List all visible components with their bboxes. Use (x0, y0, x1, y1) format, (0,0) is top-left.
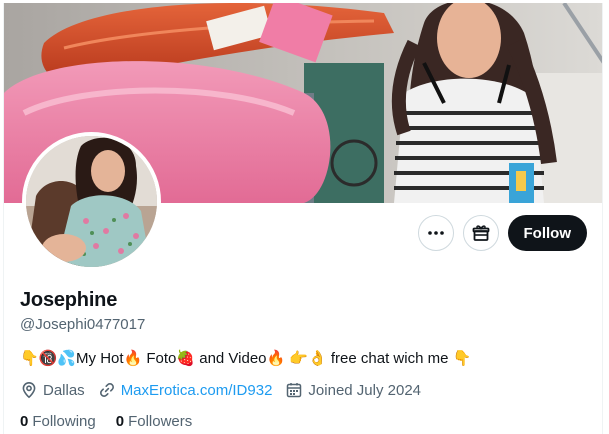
calendar-icon (287, 383, 302, 398)
profile-meta: Dallas MaxErotica.com/ID932 Joined July … (20, 381, 434, 399)
following-value: 0 (20, 413, 29, 430)
profile-name: Josephine (20, 289, 118, 311)
profile-bio: 👇🔞💦My Hot🔥 Foto🍓 and Video🔥 👉👌 free chat… (20, 350, 472, 367)
following-label: Following (32, 413, 96, 430)
location-text: Dallas (43, 381, 85, 399)
followers-count[interactable]: 0 Followers (116, 413, 193, 430)
profile-actions: Follow (417, 215, 587, 251)
location-item: Dallas (20, 381, 85, 399)
followers-label: Followers (128, 413, 193, 430)
followers-value: 0 (115, 413, 125, 430)
website-link[interactable]: MaxErotica.com/ID932 (121, 382, 273, 399)
gift-icon (472, 225, 489, 241)
follow-button[interactable]: Follow (507, 215, 587, 251)
more-button[interactable] (417, 215, 454, 251)
avatar[interactable] (22, 132, 161, 271)
subscribe-button[interactable] (462, 215, 499, 251)
location-icon (22, 381, 36, 399)
profile-handle: @Josephi0477017 (20, 316, 146, 333)
joined-text: Joined July 2024 (308, 381, 422, 399)
website-item: MaxErotica.com/ID932 (98, 381, 273, 399)
profile-card: Follow Josephine @Josephi0477017 👇🔞💦My H… (3, 3, 603, 434)
more-icon (427, 231, 444, 235)
follow-counts: 0 Following 0 Followers (20, 413, 212, 430)
following-count[interactable]: 0 Following (20, 413, 96, 430)
link-icon (99, 383, 114, 397)
joined-item: Joined July 2024 (285, 381, 421, 399)
